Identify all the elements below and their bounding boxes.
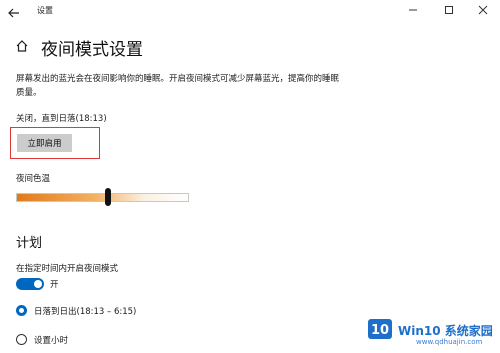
- watermark-logo: 10: [368, 319, 392, 339]
- watermark-text: Win10 系统家园: [398, 324, 493, 338]
- radio-set-hours-label[interactable]: 设置小时: [34, 334, 68, 346]
- minimize-icon: [409, 9, 417, 11]
- maximize-button[interactable]: [432, 1, 466, 19]
- window-title: 设置: [37, 6, 53, 15]
- night-light-description: 屏幕发出的蓝光会在夜间影响你的睡眠。开启夜间模式可减少屏幕蓝光，提高你的睡眠质量…: [16, 74, 340, 98]
- toggle-state-text: 开: [50, 280, 59, 290]
- home-button[interactable]: [15, 38, 29, 57]
- radio-sunset-to-sunrise-label[interactable]: 日落到日出(18:13 – 6:15): [34, 305, 136, 317]
- schedule-toggle-label: 在指定时间内开启夜间模式: [16, 264, 119, 274]
- enable-now-button[interactable]: 立即启用: [17, 134, 72, 152]
- page-title: 夜间模式设置: [41, 40, 143, 60]
- status-text: 关闭，直到日落(18:13): [16, 114, 107, 124]
- toggle-knob: [34, 280, 42, 288]
- arrow-left-icon: [8, 8, 19, 18]
- color-temperature-slider-track[interactable]: [16, 193, 189, 202]
- close-button[interactable]: [466, 1, 500, 19]
- radio-set-hours[interactable]: [16, 334, 27, 345]
- schedule-toggle[interactable]: [16, 278, 44, 290]
- maximize-icon: [445, 6, 453, 14]
- close-icon: [478, 5, 488, 15]
- back-button[interactable]: [8, 3, 24, 18]
- color-temperature-label: 夜间色温: [16, 174, 51, 184]
- svg-text:10: 10: [371, 323, 389, 338]
- color-temperature-slider-thumb[interactable]: [104, 188, 111, 206]
- radio-sunset-to-sunrise[interactable]: [16, 305, 27, 316]
- home-icon: [16, 40, 28, 52]
- watermark-url: www.qdhuajin.com: [416, 338, 483, 346]
- minimize-button[interactable]: [396, 1, 430, 19]
- schedule-heading: 计划: [16, 236, 43, 251]
